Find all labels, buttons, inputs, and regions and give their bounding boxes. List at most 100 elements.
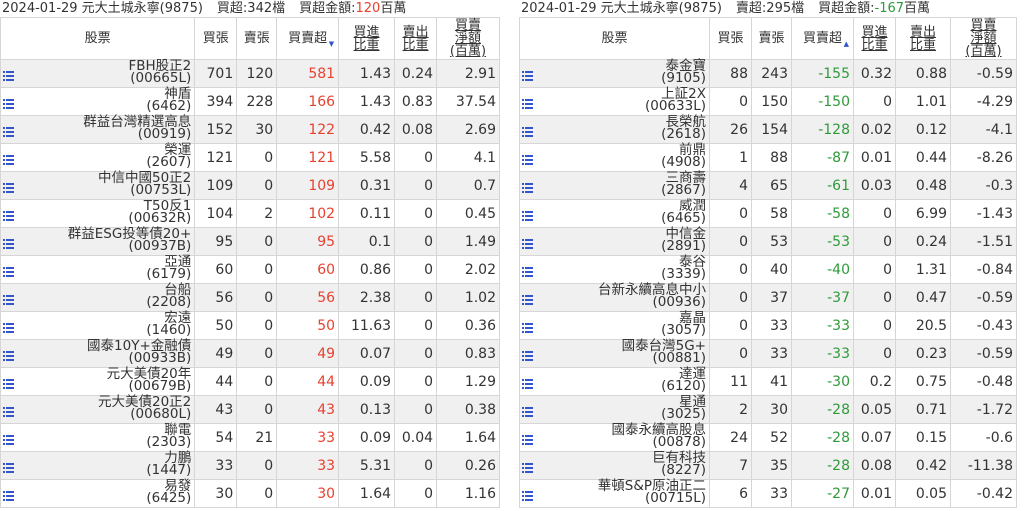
list-icon[interactable] xyxy=(3,461,14,473)
stock-label[interactable]: 群益台灣精選高息 (00919) xyxy=(83,115,191,141)
stock-code[interactable]: (2891) xyxy=(661,239,706,253)
stock-label[interactable]: 易發 (6425) xyxy=(146,479,191,505)
stock-label[interactable]: T50反1 (00632R) xyxy=(128,199,191,225)
list-icon[interactable] xyxy=(3,349,14,361)
col-sell[interactable]: 賣張 xyxy=(751,17,792,60)
table-row[interactable]: 力鵬 (1447) 33 0 33 5.31 0 0.26 xyxy=(0,451,500,480)
table-row[interactable]: 易發 (6425) 30 0 30 1.64 0 1.16 xyxy=(0,479,500,508)
stock-cell[interactable]: 泰金寶 (9105) xyxy=(519,59,710,88)
list-icon[interactable] xyxy=(3,489,14,501)
list-icon[interactable] xyxy=(522,153,533,165)
col-sell-ratio[interactable]: 賣出 比重 xyxy=(394,17,438,60)
stock-cell[interactable]: 群益台灣精選高息 (00919) xyxy=(0,115,196,144)
table-row[interactable]: 國泰10Y+金融債 (00933B) 49 0 49 0.07 0 0.83 xyxy=(0,339,500,368)
table-row[interactable]: 三商壽 (2867) 4 65 -61 0.03 0.48 -0.3 xyxy=(519,171,1017,200)
stock-label[interactable]: 元大美債20年 (00679B) xyxy=(107,367,192,393)
stock-cell[interactable]: 聯電 (2303) xyxy=(0,423,196,452)
table-row[interactable]: 威潤 (6465) 0 58 -58 0 6.99 -1.43 xyxy=(519,199,1017,228)
stock-cell[interactable]: 群益ESG投等債20+ (00937B) xyxy=(0,227,196,256)
list-icon[interactable] xyxy=(522,209,533,221)
stock-cell[interactable]: 中信金 (2891) xyxy=(519,227,710,256)
list-icon[interactable] xyxy=(522,489,533,501)
list-icon[interactable] xyxy=(3,433,14,445)
col-stock[interactable]: 股票 xyxy=(0,17,196,60)
table-row[interactable]: FBH股正2 (00665L) 701 120 581 1.43 0.24 2.91 xyxy=(0,59,500,88)
stock-cell[interactable]: 國泰永續高股息 (00878) xyxy=(519,423,710,452)
list-icon[interactable] xyxy=(522,97,533,109)
table-row[interactable]: 神盾 (6462) 394 228 166 1.43 0.83 37.54 xyxy=(0,87,500,116)
stock-cell[interactable]: 長榮航 (2618) xyxy=(519,115,710,144)
col-buy[interactable]: 買張 xyxy=(709,17,752,60)
list-icon[interactable] xyxy=(522,349,533,361)
stock-label[interactable]: 上証2X (00633L) xyxy=(645,87,706,113)
stock-label[interactable]: 中信金 (2891) xyxy=(661,227,706,253)
col-buy[interactable]: 買張 xyxy=(194,17,238,60)
stock-cell[interactable]: 華頓S&P原油正二 (00715L) xyxy=(519,479,710,508)
list-icon[interactable] xyxy=(3,69,14,81)
table-row[interactable]: 星通 (3025) 2 30 -28 0.05 0.71 -1.72 xyxy=(519,395,1017,424)
stock-code[interactable]: (1460) xyxy=(146,323,191,337)
stock-cell[interactable]: 國泰台灣5G+ (00881) xyxy=(519,339,710,368)
stock-label[interactable]: 國泰永續高股息 (00878) xyxy=(612,423,707,449)
table-row[interactable]: 群益台灣精選高息 (00919) 152 30 122 0.42 0.08 2.69 xyxy=(0,115,500,144)
stock-code[interactable]: (1447) xyxy=(146,463,191,477)
table-row[interactable]: 前鼎 (4908) 1 88 -87 0.01 0.44 -8.26 xyxy=(519,143,1017,172)
stock-code[interactable]: (6120) xyxy=(661,379,706,393)
col-sell-ratio[interactable]: 賣出 比重 xyxy=(895,17,951,60)
col-stock[interactable]: 股票 xyxy=(519,17,710,60)
stock-cell[interactable]: 泰谷 (3339) xyxy=(519,255,710,284)
stock-cell[interactable]: 國泰10Y+金融債 (00933B) xyxy=(0,339,196,368)
stock-label[interactable]: 達運 (6120) xyxy=(661,367,706,393)
stock-label[interactable]: 群益ESG投等債20+ (00937B) xyxy=(68,227,192,253)
table-row[interactable]: 國泰台灣5G+ (00881) 0 33 -33 0 0.23 -0.59 xyxy=(519,339,1017,368)
stock-label[interactable]: 泰谷 (3339) xyxy=(661,255,706,281)
stock-cell[interactable]: 中信中國50正2 (00753L) xyxy=(0,171,196,200)
stock-label[interactable]: 星通 (3025) xyxy=(661,395,706,421)
stock-cell[interactable]: FBH股正2 (00665L) xyxy=(0,59,196,88)
stock-code[interactable]: (2208) xyxy=(146,295,191,309)
list-icon[interactable] xyxy=(3,153,14,165)
table-row[interactable]: 國泰永續高股息 (00878) 24 52 -28 0.07 0.15 -0.6 xyxy=(519,423,1017,452)
table-row[interactable]: 台新永續高息中小 (00936) 0 37 -37 0 0.47 -0.59 xyxy=(519,283,1017,312)
stock-cell[interactable]: 威潤 (6465) xyxy=(519,199,710,228)
stock-label[interactable]: 中信中國50正2 (00753L) xyxy=(98,171,191,197)
stock-code[interactable]: (2607) xyxy=(146,155,191,169)
stock-code[interactable]: (2303) xyxy=(146,435,191,449)
list-icon[interactable] xyxy=(3,321,14,333)
stock-cell[interactable]: 元大美債20正2 (00680L) xyxy=(0,395,196,424)
list-icon[interactable] xyxy=(3,293,14,305)
stock-label[interactable]: 國泰台灣5G+ (00881) xyxy=(622,339,706,365)
table-row[interactable]: 元大美債20年 (00679B) 44 0 44 0.09 0 1.29 xyxy=(0,367,500,396)
stock-label[interactable]: 神盾 (6462) xyxy=(146,87,191,113)
list-icon[interactable] xyxy=(522,293,533,305)
col-net[interactable]: 買賣超 ▲ xyxy=(791,17,854,60)
list-icon[interactable] xyxy=(3,125,14,137)
list-icon[interactable] xyxy=(522,125,533,137)
stock-label[interactable]: FBH股正2 (00665L) xyxy=(129,59,192,85)
stock-code[interactable]: (00665L) xyxy=(129,71,191,85)
stock-label[interactable]: 力鵬 (1447) xyxy=(146,451,191,477)
list-icon[interactable] xyxy=(3,181,14,193)
table-row[interactable]: 榮運 (2607) 121 0 121 5.58 0 4.1 xyxy=(0,143,500,172)
stock-label[interactable]: 台船 (2208) xyxy=(146,283,191,309)
stock-cell[interactable]: 達運 (6120) xyxy=(519,367,710,396)
stock-cell[interactable]: 上証2X (00633L) xyxy=(519,87,710,116)
table-row[interactable]: 中信金 (2891) 0 53 -53 0 0.24 -1.51 xyxy=(519,227,1017,256)
stock-cell[interactable]: 星通 (3025) xyxy=(519,395,710,424)
table-row[interactable]: 中信中國50正2 (00753L) 109 0 109 0.31 0 0.7 xyxy=(0,171,500,200)
stock-cell[interactable]: 榮運 (2607) xyxy=(0,143,196,172)
table-row[interactable]: 台船 (2208) 56 0 56 2.38 0 1.02 xyxy=(0,283,500,312)
col-sell[interactable]: 賣張 xyxy=(236,17,278,60)
stock-code[interactable]: (2618) xyxy=(661,127,706,141)
stock-label[interactable]: 嘉晶 (3057) xyxy=(661,311,706,337)
stock-code[interactable]: (00632R) xyxy=(128,211,191,225)
table-row[interactable]: 達運 (6120) 11 41 -30 0.2 0.75 -0.48 xyxy=(519,367,1017,396)
list-icon[interactable] xyxy=(522,237,533,249)
table-row[interactable]: 泰金寶 (9105) 88 243 -155 0.32 0.88 -0.59 xyxy=(519,59,1017,88)
list-icon[interactable] xyxy=(3,209,14,221)
stock-label[interactable]: 華頓S&P原油正二 (00715L) xyxy=(598,479,706,505)
stock-cell[interactable]: 台船 (2208) xyxy=(0,283,196,312)
stock-cell[interactable]: 台新永續高息中小 (00936) xyxy=(519,283,710,312)
stock-label[interactable]: 國泰10Y+金融債 (00933B) xyxy=(87,339,191,365)
list-icon[interactable] xyxy=(522,321,533,333)
